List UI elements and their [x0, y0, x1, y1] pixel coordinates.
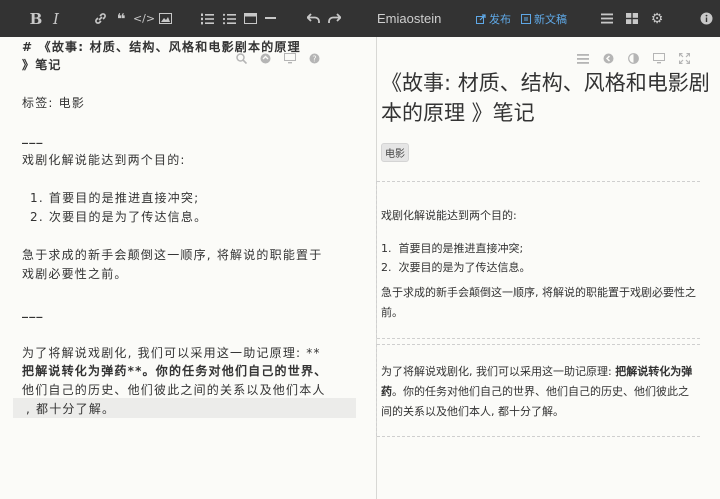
- preview-tag[interactable]: 电影: [381, 143, 409, 162]
- settings-gear-icon[interactable]: ⚙: [650, 0, 664, 37]
- preview-intro: 戏剧化解说能达到两个目的:: [381, 209, 517, 222]
- menu-icon[interactable]: [600, 0, 614, 37]
- grid-view-icon[interactable]: [625, 0, 639, 37]
- unordered-list-icon[interactable]: [222, 0, 236, 37]
- editor-toolbar: B I ❝ </> Emiaostein 发布 新文稿 ⚙: [0, 0, 720, 37]
- redo-icon[interactable]: [327, 0, 341, 37]
- editor-line: 把解说转化为弹药**。你的任务对他们自己的世界、: [22, 364, 328, 378]
- image-icon[interactable]: [158, 0, 172, 37]
- link-icon[interactable]: [93, 0, 107, 37]
- editor-line: 》笔记: [22, 58, 62, 72]
- preview-list-item: 1. 首要目的是推进直接冲突;: [381, 240, 523, 256]
- back-icon[interactable]: [603, 49, 614, 68]
- editor-line: 1. 首要目的是推进直接冲突;: [30, 191, 200, 205]
- help-icon[interactable]: ?: [309, 49, 320, 68]
- editor-line: , 都十分了解。: [26, 402, 116, 416]
- publish-label: 发布: [489, 12, 511, 26]
- preview-monitor-icon[interactable]: [653, 49, 665, 68]
- editor-line: 2. 次要目的是为了传达信息。: [30, 210, 208, 224]
- preview-divider: [377, 181, 700, 182]
- publish-icon: [476, 13, 486, 24]
- preview-title: 《故事: 材质、结构、风格和电影剧本的原理 》笔记: [381, 71, 710, 125]
- list-marker: 2.: [381, 261, 392, 274]
- editor-line: 标签: 电影: [22, 96, 86, 110]
- ordered-list-icon[interactable]: [200, 0, 214, 37]
- quote-icon[interactable]: ❝: [114, 0, 128, 37]
- undo-icon[interactable]: [306, 0, 320, 37]
- paragraph-text: 为了将解说戏剧化, 我们可以采用这一助记原理:: [381, 365, 616, 378]
- list-marker: 1.: [381, 242, 392, 255]
- editor-line: ___: [22, 130, 44, 144]
- new-document-button[interactable]: 新文稿: [521, 0, 567, 37]
- paragraph-text: 。你的任务对他们自己的世界、他们自己的历史、他们彼此之间的关系以及他们本人, 都…: [381, 385, 689, 418]
- preview-divider: [377, 436, 700, 437]
- publish-button[interactable]: 发布: [476, 0, 511, 37]
- preview-paragraph: 急于求成的新手会颠倒这一顺序, 将解说的职能置于戏剧必要性之前。: [381, 286, 696, 319]
- bold-button[interactable]: B: [28, 0, 44, 37]
- new-document-icon: [521, 13, 531, 24]
- list-item-text: 首要目的是推进直接冲突;: [398, 242, 524, 255]
- editor-line: 急于求成的新手会颠倒这一顺序, 将解说的职能置于: [22, 248, 323, 262]
- preview-list-item: 2. 次要目的是为了传达信息。: [381, 259, 531, 275]
- preview-mini-toolbar: [577, 49, 691, 68]
- editor-line: ___: [22, 304, 44, 318]
- editor-line: 他们自己的历史、他们彼此之间的关系以及他们本人: [22, 383, 326, 397]
- editor-line: 戏剧化解说能达到两个目的:: [22, 153, 186, 167]
- preview-divider: [377, 338, 700, 339]
- svg-text:?: ?: [312, 54, 316, 63]
- list-item-text: 次要目的是为了传达信息。: [398, 261, 531, 274]
- editor-line: 为了将解说戏剧化, 我们可以采用这一助记原理: **: [22, 346, 321, 360]
- horizontal-rule-icon[interactable]: [264, 0, 276, 37]
- code-icon[interactable]: </>: [133, 0, 155, 37]
- editor-line: 戏剧必要性之前。: [22, 267, 128, 281]
- fullscreen-icon[interactable]: [678, 49, 691, 68]
- editor-line: # 《故事: 材质、结构、风格和电影剧本的原理: [22, 40, 301, 54]
- preview-block-border: [376, 181, 377, 338]
- heading-icon[interactable]: [243, 0, 257, 37]
- italic-button[interactable]: I: [50, 0, 62, 37]
- new-document-label: 新文稿: [534, 12, 567, 26]
- list-view-icon[interactable]: [577, 49, 589, 68]
- preview-block-border: [376, 344, 377, 436]
- info-icon[interactable]: [699, 0, 713, 37]
- preview-divider: [377, 344, 700, 345]
- theme-contrast-icon[interactable]: [628, 49, 639, 68]
- preview-paragraph: 为了将解说戏剧化, 我们可以采用这一助记原理: 把解说转化为弹药。你的任务对他们…: [381, 362, 696, 422]
- document-owner-title: Emiaostein: [377, 11, 442, 26]
